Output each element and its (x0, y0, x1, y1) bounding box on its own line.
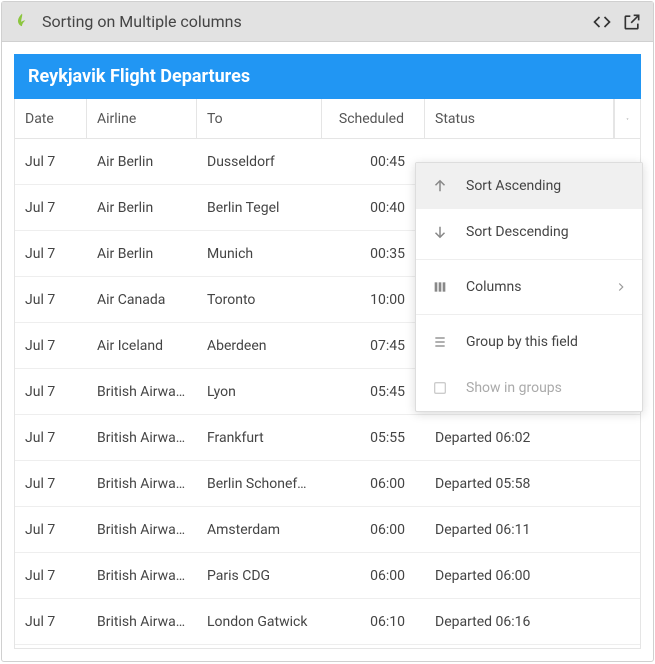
menu-sort-ascending[interactable]: Sort Ascending (416, 163, 642, 209)
menu-item-label: Columns (466, 279, 521, 295)
cell-date: Jul 7 (15, 338, 87, 354)
column-header-scheduled[interactable]: Scheduled (322, 99, 425, 138)
cell-scheduled: 06:00 (322, 522, 425, 538)
column-menu-trigger[interactable] (614, 99, 640, 138)
cell-to: Munich (197, 246, 322, 262)
cell-scheduled: 07:45 (322, 338, 425, 354)
cell-airline: Air Iceland (87, 338, 197, 354)
cell-airline: British Airways (87, 522, 197, 538)
column-label: Airline (97, 111, 136, 127)
cell-date: Jul 7 (15, 430, 87, 446)
cell-date: Jul 7 (15, 614, 87, 630)
list-icon (430, 332, 450, 352)
column-header-status[interactable]: Status (425, 99, 614, 138)
column-label: Status (435, 111, 475, 127)
cell-date: Jul 7 (15, 154, 87, 170)
menu-show-in-groups: Show in groups (416, 365, 642, 411)
window-title: Sorting on Multiple columns (42, 12, 583, 31)
cell-airline: British Airways (87, 476, 197, 492)
cell-date: Jul 7 (15, 568, 87, 584)
titlebar: Sorting on Multiple columns (2, 2, 653, 42)
cell-to: Lyon (197, 384, 322, 400)
cell-to: London Gatwick (197, 614, 322, 630)
cell-status: Departed 06:16 (425, 614, 640, 630)
column-label: Scheduled (339, 111, 404, 127)
columns-icon (430, 277, 450, 297)
menu-item-label: Group by this field (466, 334, 578, 350)
cell-to: Aberdeen (197, 338, 322, 354)
cell-date: Jul 7 (15, 200, 87, 216)
cell-scheduled: 06:00 (322, 476, 425, 492)
chevron-right-icon (614, 280, 628, 294)
column-label: To (207, 111, 223, 127)
checkbox-empty-icon (430, 378, 450, 398)
menu-separator (416, 314, 642, 315)
column-label: Date (25, 111, 54, 127)
cell-scheduled: 00:35 (322, 246, 425, 262)
cell-airline: Air Berlin (87, 200, 197, 216)
cell-to: Berlin Schonefeld (197, 476, 322, 492)
cell-to: Amsterdam (197, 522, 322, 538)
cell-scheduled: 10:00 (322, 292, 425, 308)
cell-date: Jul 7 (15, 522, 87, 538)
sencha-logo-icon (12, 12, 32, 32)
cell-date: Jul 7 (15, 384, 87, 400)
code-icon[interactable] (591, 11, 613, 33)
cell-airline: Air Canada (87, 292, 197, 308)
cell-status: Departed 06:11 (425, 522, 640, 538)
arrow-down-icon (430, 222, 450, 242)
cell-scheduled: 00:40 (322, 200, 425, 216)
cell-to: Frankfurt (197, 430, 322, 446)
cell-date: Jul 7 (15, 476, 87, 492)
table-row[interactable]: Jul 7British AirwaysParis CDG06:00Depart… (15, 553, 640, 599)
table-row[interactable]: Jul 7British AirwaysBerlin Schonefeld06:… (15, 461, 640, 507)
cell-date: Jul 7 (15, 246, 87, 262)
menu-item-label: Sort Ascending (466, 178, 561, 194)
arrow-up-icon (430, 176, 450, 196)
column-context-menu: Sort Ascending Sort Descending Columns G… (415, 162, 643, 412)
cell-scheduled: 05:55 (322, 430, 425, 446)
menu-separator (416, 259, 642, 260)
grid-header-row: Date Airline To Scheduled Status (15, 99, 640, 139)
cell-to: Toronto (197, 292, 322, 308)
column-header-date[interactable]: Date (15, 99, 87, 138)
cell-airline: British Airways (87, 430, 197, 446)
menu-item-label: Show in groups (466, 380, 562, 396)
cell-airline: British Airways (87, 614, 197, 630)
cell-scheduled: 05:45 (322, 384, 425, 400)
column-header-to[interactable]: To (197, 99, 322, 138)
panel-title: Reykjavik Flight Departures (14, 54, 641, 99)
table-row[interactable]: Jul 7British AirwaysFrankfurt05:55Depart… (15, 415, 640, 461)
cell-to: Dusseldorf (197, 154, 322, 170)
chevron-down-icon (625, 113, 630, 125)
table-row[interactable]: Jul 7British AirwaysAmsterdam06:00Depart… (15, 507, 640, 553)
cell-to: Berlin Tegel (197, 200, 322, 216)
cell-airline: British Airways (87, 384, 197, 400)
menu-group-by-field[interactable]: Group by this field (416, 319, 642, 365)
cell-status: Departed 06:00 (425, 568, 640, 584)
menu-columns[interactable]: Columns (416, 264, 642, 310)
cell-airline: Air Berlin (87, 246, 197, 262)
cell-to: Paris CDG (197, 568, 322, 584)
cell-scheduled: 00:45 (322, 154, 425, 170)
cell-airline: Air Berlin (87, 154, 197, 170)
cell-status: Departed 06:02 (425, 430, 640, 446)
cell-airline: British Airways (87, 568, 197, 584)
column-header-airline[interactable]: Airline (87, 99, 197, 138)
menu-item-label: Sort Descending (466, 224, 569, 240)
menu-sort-descending[interactable]: Sort Descending (416, 209, 642, 255)
cell-scheduled: 06:00 (322, 568, 425, 584)
window-frame: Sorting on Multiple columns Reykjavik Fl… (1, 1, 654, 662)
table-row[interactable]: Jul 7British AirwaysLondon Gatwick06:10D… (15, 599, 640, 645)
cell-scheduled: 06:10 (322, 614, 425, 630)
cell-date: Jul 7 (15, 292, 87, 308)
cell-status: Departed 05:58 (425, 476, 640, 492)
open-external-icon[interactable] (621, 11, 643, 33)
